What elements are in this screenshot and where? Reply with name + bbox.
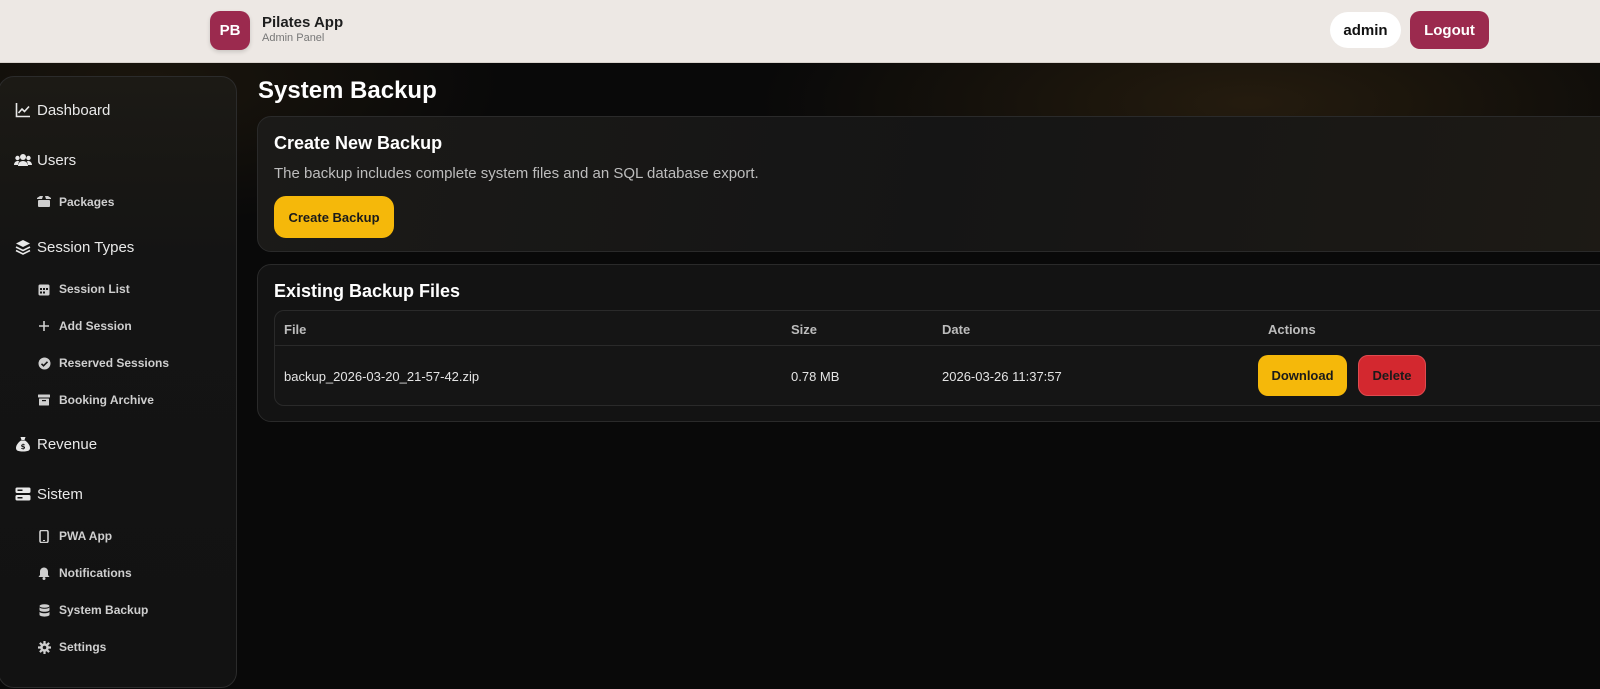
sidebar-item-revenue[interactable]: $ Revenue (0, 435, 97, 453)
file-date: 2026-03-26 11:37:57 (942, 369, 1062, 384)
sidebar-item-label: System Backup (59, 603, 149, 617)
page-title: System Backup (258, 77, 437, 104)
svg-text:$: $ (21, 443, 26, 451)
server-icon (14, 485, 32, 503)
sidebar-item-dashboard[interactable]: Dashboard (0, 101, 110, 119)
sidebar-item-label: Users (37, 151, 77, 169)
create-backup-card: Create New Backup The backup includes co… (257, 116, 1600, 252)
sidebar-item-add-session[interactable]: Add Session (0, 319, 132, 333)
sidebar-item-session-types[interactable]: Session Types (0, 238, 134, 256)
mobile-icon (37, 529, 51, 543)
logout-button[interactable]: Logout (1410, 11, 1489, 49)
user-badge[interactable]: admin (1330, 12, 1401, 48)
backup-files-table: File Size Date Actions backup_2026-03-20… (274, 310, 1600, 406)
sidebar-item-label: Dashboard (37, 101, 111, 119)
calendar-icon (37, 282, 51, 296)
top-bar: PB Pilates App Admin Panel admin Logout (0, 0, 1600, 63)
check-circle-icon (37, 356, 51, 370)
sidebar-item-label: PWA App (59, 529, 113, 543)
plus-icon (37, 319, 51, 333)
sidebar-item-label: Add Session (59, 319, 132, 333)
column-header-size: Size (791, 322, 818, 337)
box-icon (37, 195, 51, 209)
app-subtitle: Admin Panel (262, 32, 325, 44)
table-header: File Size Date Actions (275, 311, 1600, 346)
users-icon (14, 151, 32, 169)
chart-line-icon (14, 101, 32, 119)
sidebar-item-notifications[interactable]: Notifications (0, 566, 132, 580)
sidebar-item-label: Notifications (59, 566, 132, 580)
file-name: backup_2026-03-20_21-57-42.zip (284, 369, 480, 384)
sidebar-item-label: Session Types (37, 238, 135, 256)
download-button[interactable]: Download (1258, 355, 1347, 396)
sidebar-item-system-backup[interactable]: System Backup (0, 603, 148, 617)
card-title: Existing Backup Files (274, 281, 461, 301)
money-bag-icon: $ (14, 435, 32, 453)
archive-icon (37, 393, 51, 407)
sidebar-item-packages[interactable]: Packages (0, 195, 114, 209)
sidebar-item-pwa-app[interactable]: PWA App (0, 529, 112, 543)
delete-button[interactable]: Delete (1358, 355, 1426, 396)
column-header-file: File (284, 322, 307, 337)
sidebar-item-label: Booking Archive (59, 393, 154, 407)
gear-icon (37, 640, 51, 654)
sidebar-item-settings[interactable]: Settings (0, 640, 106, 654)
create-backup-button[interactable]: Create Backup (274, 196, 394, 238)
sidebar-item-session-list[interactable]: Session List (0, 282, 130, 296)
sidebar-item-label: Session List (59, 282, 130, 296)
card-title: Create New Backup (274, 133, 443, 153)
database-icon (37, 603, 51, 617)
column-header-date: Date (942, 322, 971, 337)
sidebar: Dashboard Users Packages Session Types S… (0, 76, 237, 688)
sidebar-item-label: Reserved Sessions (59, 356, 170, 370)
bell-icon (37, 566, 51, 580)
sidebar-item-users[interactable]: Users (0, 151, 76, 169)
sidebar-item-label: Packages (59, 195, 115, 209)
sidebar-item-booking-archive[interactable]: Booking Archive (0, 393, 154, 407)
sidebar-item-label: Revenue (37, 435, 98, 453)
sidebar-item-label: Sistem (37, 485, 83, 503)
card-description: The backup includes complete system file… (274, 165, 759, 182)
file-size: 0.78 MB (791, 369, 840, 384)
backup-files-card: Existing Backup Files File Size Date Act… (257, 264, 1600, 422)
column-header-actions: Actions (1268, 322, 1316, 337)
layers-icon (14, 238, 32, 256)
app-name: Pilates App (262, 14, 344, 31)
brand-logo[interactable]: PB (210, 11, 250, 50)
sidebar-item-label: Settings (59, 640, 107, 654)
sidebar-item-reserved-sessions[interactable]: Reserved Sessions (0, 356, 169, 370)
sidebar-item-sistem[interactable]: Sistem (0, 485, 83, 503)
